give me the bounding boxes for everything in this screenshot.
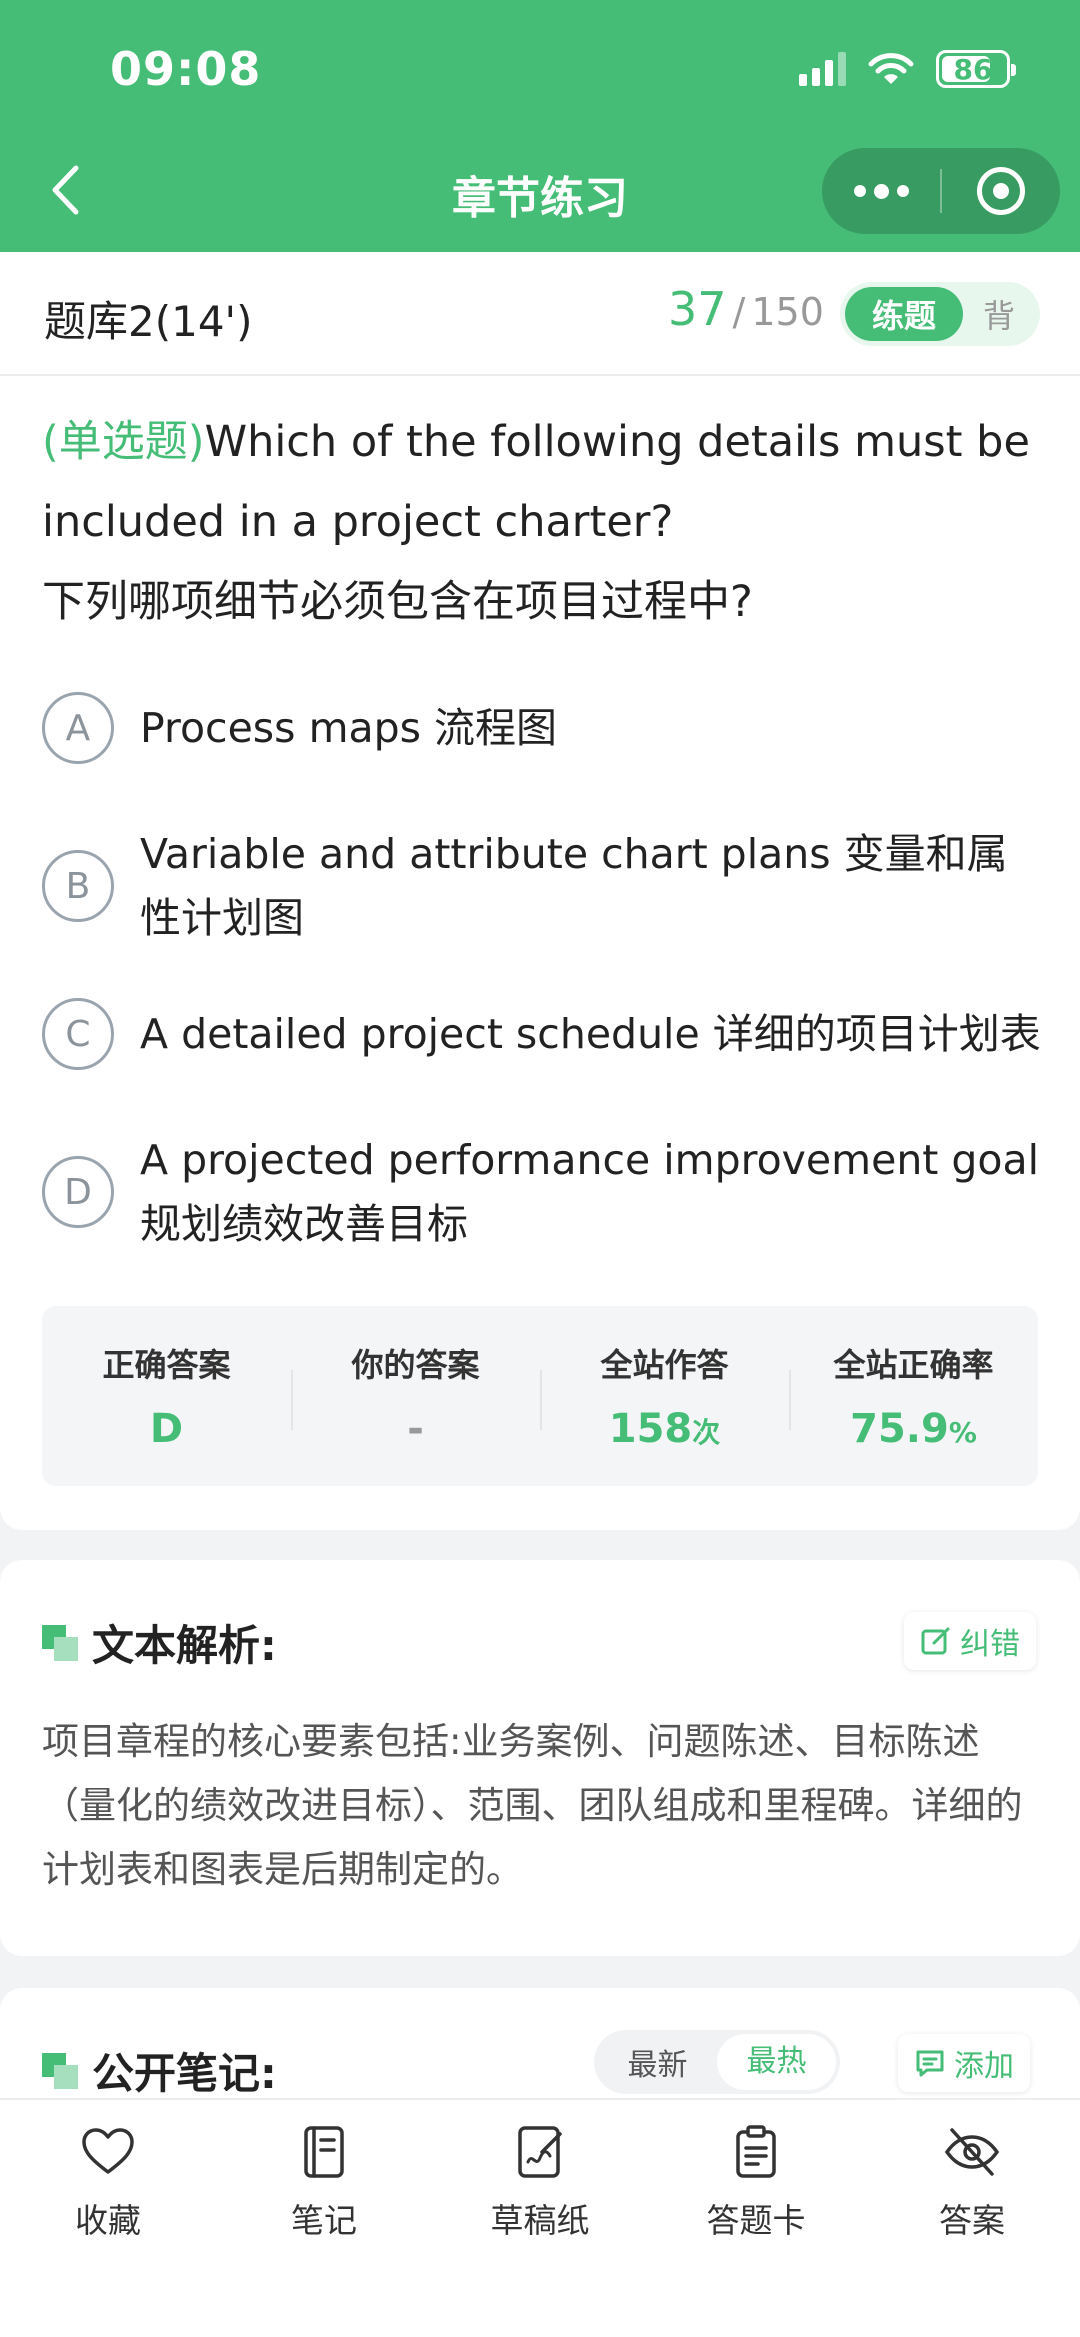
- mode-toggle: 练题 背: [840, 282, 1040, 346]
- wifi-icon: [868, 53, 914, 84]
- option-letter: D: [42, 1156, 114, 1228]
- question-card: 题库2(14') 37 / 150 练题 背 (单选题)Which of the…: [0, 252, 1080, 1530]
- eye-off-icon: [944, 2128, 1000, 2176]
- option-text: Process maps 流程图: [140, 704, 558, 752]
- option-text: A detailed project schedule 详细的项目计划表: [140, 1010, 1041, 1058]
- analysis-header: 文本解析:: [42, 1612, 277, 1673]
- option-text: Variable and attribute chart plans 变量和属性…: [140, 830, 1008, 942]
- notes-sort-toggle: 最新 最热: [594, 2030, 840, 2094]
- total-count: 150: [751, 290, 824, 334]
- analysis-title: 文本解析:: [92, 1621, 277, 1670]
- status-time: 09:08: [110, 42, 262, 96]
- header: 09:08 86 章节练习: [0, 0, 1080, 252]
- notes-title: 公开笔记:: [92, 2049, 277, 2098]
- more-dots-icon: [853, 185, 866, 197]
- option-a[interactable]: A Process maps 流程图: [42, 692, 1042, 764]
- option-letter: B: [42, 850, 114, 922]
- option-letter: A: [42, 692, 114, 764]
- draft-icon: [518, 2126, 562, 2178]
- notebook-icon: [304, 2126, 344, 2178]
- section-square-icon: [42, 2052, 78, 2089]
- analysis-text: 项目章程的核心要素包括:业务案例、问题陈述、目标陈述（量化的绩效改进目标）、范围…: [42, 1720, 1023, 1891]
- question-text: (单选题)Which of the following details must…: [42, 402, 1042, 642]
- option-c[interactable]: C A detailed project schedule 详细的项目计划表: [42, 998, 1042, 1070]
- tab-answer-card[interactable]: 答题卡: [648, 2100, 864, 2337]
- signal-icon: [799, 52, 846, 86]
- comment-icon: [916, 2050, 944, 2077]
- section-square-icon: [42, 1624, 78, 1661]
- notes-header: 公开笔记:: [42, 2040, 277, 2101]
- option-text: A projected performance improvement goal…: [140, 1136, 1040, 1248]
- mode-memorize[interactable]: 背: [963, 291, 1035, 337]
- bank-name: 题库2(14'): [44, 297, 253, 346]
- miniprogram-capsule: [822, 148, 1060, 234]
- stat-total-answers: 全站作答 158次: [540, 1340, 789, 1452]
- battery-icon: 86: [936, 50, 1016, 88]
- bottom-tabbar: 收藏 笔记 草稿纸 答题卡 答案: [0, 2098, 1080, 2337]
- tab-draft[interactable]: 草稿纸: [432, 2100, 648, 2337]
- analysis-card: 文本解析: 纠错 项目章程的核心要素包括:业务案例、问题陈述、目标陈述（量化的绩…: [0, 1560, 1080, 1956]
- stat-accuracy: 全站正确率 75.9%: [789, 1340, 1038, 1452]
- edit-icon: [921, 1627, 950, 1655]
- sort-hot[interactable]: 最热: [717, 2034, 836, 2090]
- bank-row: 题库2(14') 37 / 150 练题 背: [0, 252, 1080, 376]
- tab-notes[interactable]: 笔记: [216, 2100, 432, 2337]
- current-index: 37: [668, 282, 727, 336]
- more-button[interactable]: [822, 148, 940, 234]
- option-letter: C: [42, 998, 114, 1070]
- answer-card-icon: [736, 2125, 776, 2178]
- sort-latest[interactable]: 最新: [598, 2040, 717, 2084]
- battery-level: 86: [953, 52, 993, 86]
- add-note-button[interactable]: 添加: [898, 2034, 1030, 2092]
- report-error-button[interactable]: 纠错: [904, 1612, 1036, 1670]
- option-b[interactable]: B Variable and attribute chart plans 变量和…: [42, 822, 1042, 950]
- stat-your-answer: 你的答案 -: [291, 1340, 540, 1452]
- question-type: (单选题): [42, 417, 205, 467]
- status-icons: 86: [799, 50, 1016, 88]
- close-button[interactable]: [942, 167, 1060, 215]
- question-zh: 下列哪项细节必须包含在项目过程中?: [42, 577, 753, 627]
- target-icon: [977, 167, 1025, 215]
- tab-favorite[interactable]: 收藏: [0, 2100, 216, 2337]
- answer-stats: 正确答案 D 你的答案 - 全站作答 158次 全站正确率 75.9%: [42, 1306, 1038, 1486]
- stat-correct-answer: 正确答案 D: [102, 1346, 231, 1452]
- option-d[interactable]: D A projected performance improvement go…: [42, 1128, 1042, 1256]
- tab-answer[interactable]: 答案: [864, 2100, 1080, 2337]
- mode-practice[interactable]: 练题: [845, 287, 963, 341]
- heart-icon: [82, 2128, 134, 2174]
- question-progress[interactable]: 37 / 150: [668, 282, 824, 336]
